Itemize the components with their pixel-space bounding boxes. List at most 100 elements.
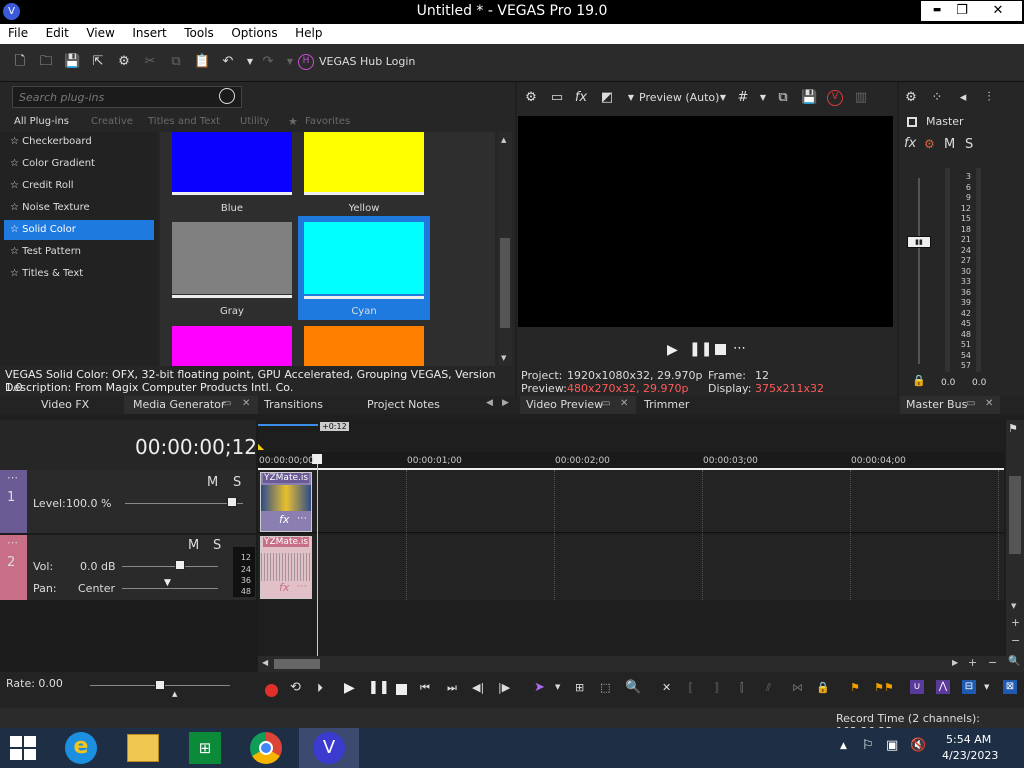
trim-start-icon[interactable]: ⟦: [688, 681, 693, 694]
preview-mode-chevron-icon[interactable]: ▼: [715, 90, 731, 106]
ripple-mode-icon[interactable]: ⊟: [962, 680, 976, 694]
new-file-icon[interactable]: 🗋: [12, 54, 28, 70]
tool-dropdown-icon[interactable]: ▼: [555, 683, 560, 691]
split-icon[interactable]: ⫿: [740, 681, 744, 695]
ripple-mode-dropdown-icon[interactable]: ▼: [984, 683, 989, 691]
go-to-start-icon[interactable]: ⏮: [420, 681, 430, 695]
zoom-in-icon[interactable]: +: [968, 656, 977, 669]
track-2-lane[interactable]: [258, 535, 1004, 600]
rate-thumb[interactable]: [155, 680, 165, 690]
undock-icon[interactable]: ▭: [601, 398, 610, 409]
tab-master-bus-bg[interactable]: Master Bus ▭ ✕: [900, 396, 1000, 414]
master-fx-icon[interactable]: fx: [904, 136, 916, 151]
record-button[interactable]: [265, 684, 278, 697]
track-1-level-slider[interactable]: [125, 503, 243, 504]
playhead-line[interactable]: [317, 460, 318, 656]
network-icon[interactable]: ▣: [886, 738, 898, 753]
preview-settings-icon[interactable]: ⚙: [523, 90, 539, 106]
scroll-thumb[interactable]: [500, 238, 510, 328]
master-power-icon[interactable]: ⚙: [924, 137, 935, 151]
tab-media-generator[interactable]: Media Generator: [133, 398, 225, 411]
lock-envelopes-icon[interactable]: ⊠: [1003, 680, 1017, 694]
track-2-menu-icon[interactable]: ⋯: [7, 536, 18, 549]
search-input[interactable]: Search plug-ins: [19, 91, 104, 104]
tab-master-bus[interactable]: Master Bus: [906, 398, 967, 411]
stop-button[interactable]: [396, 684, 407, 695]
clip-fx-icon[interactable]: fx: [279, 513, 289, 526]
undock-icon[interactable]: ▭: [966, 398, 975, 409]
vegas-taskbar-button[interactable]: V: [299, 728, 359, 768]
gear-icon[interactable]: ⚙: [116, 54, 132, 70]
tab-trimmer[interactable]: Trimmer: [644, 398, 689, 411]
tab-utility[interactable]: Utility: [240, 116, 269, 127]
tab-video-preview-bg[interactable]: Video Preview ▭ ✕: [520, 396, 636, 414]
track-2-mute[interactable]: M: [188, 538, 199, 553]
delete-icon[interactable]: ✕: [662, 681, 671, 694]
tree-item-selected[interactable]: ☆ Solid Color: [4, 220, 154, 240]
windows-start-icon[interactable]: [10, 736, 36, 760]
volume-muted-icon[interactable]: 🔇: [910, 738, 926, 753]
auto-crossfade-icon[interactable]: ⋈: [792, 681, 803, 694]
action-center-flag-icon[interactable]: ⚐: [862, 738, 874, 753]
normal-edit-tool-icon[interactable]: ➤: [534, 680, 545, 695]
go-to-end-icon[interactable]: ⏭: [447, 681, 457, 695]
clip-fx-icon[interactable]: fx: [279, 581, 289, 594]
zoom-in-icon[interactable]: +: [1011, 616, 1020, 629]
downmix-icon[interactable]: ⁘: [929, 90, 945, 106]
prev-frame-icon[interactable]: ◀|: [472, 681, 484, 694]
save-icon[interactable]: 💾: [64, 54, 80, 70]
copy-snapshot-icon[interactable]: ⧉: [775, 90, 791, 106]
loop-region-bar[interactable]: [258, 424, 318, 426]
selection-tool-icon[interactable]: ⬚: [600, 681, 610, 694]
play-from-start-icon[interactable]: ⏵: [317, 681, 323, 696]
tree-item[interactable]: ☆ Color Gradient: [4, 154, 154, 174]
tree-item[interactable]: ☆ Test Pattern: [4, 242, 154, 262]
track-1-mute[interactable]: M: [207, 475, 218, 490]
scroll-left-icon[interactable]: ◀: [262, 658, 268, 667]
master-solo-button[interactable]: S: [965, 137, 973, 152]
preset-magenta[interactable]: [172, 326, 292, 366]
scroll-thumb[interactable]: [274, 659, 320, 669]
clock-time[interactable]: 5:54 AM: [946, 733, 991, 746]
zoom-tool-icon[interactable]: 🔍: [1008, 656, 1020, 667]
cut-icon[interactable]: ✂: [142, 54, 158, 70]
undo-dropdown-icon[interactable]: ▼: [242, 54, 258, 70]
trim-end-icon[interactable]: ⟧: [714, 681, 719, 694]
track-2-vol-thumb[interactable]: [175, 560, 185, 570]
track-2-vol-slider[interactable]: [122, 566, 218, 567]
marker-flag-icon[interactable]: ◣: [258, 442, 264, 451]
grid-icon[interactable]: #: [735, 90, 751, 106]
track-2-pan-thumb[interactable]: ▼: [164, 578, 171, 588]
snapping-icon[interactable]: ∪: [910, 680, 924, 694]
track-1-solo[interactable]: S: [233, 475, 241, 490]
track-2-pan-slider[interactable]: [122, 588, 218, 589]
tab-media-generator-bg[interactable]: Media Generator ▭ ✕: [124, 396, 258, 414]
search-box[interactable]: Search plug-ins: [12, 86, 242, 108]
close-tab-icon[interactable]: ✕: [242, 398, 250, 409]
timecode-display[interactable]: 00:00:00;12: [135, 435, 257, 459]
preset-orange[interactable]: [304, 326, 424, 366]
tab-favorites[interactable]: Favorites: [305, 116, 350, 127]
pause-button[interactable]: ❚❚: [368, 680, 390, 695]
dim-output-icon[interactable]: ◂: [955, 90, 971, 106]
master-fader-track[interactable]: [918, 178, 920, 364]
menu-help[interactable]: Help: [281, 24, 322, 40]
chrome-icon[interactable]: [250, 732, 282, 764]
zoom-out-icon[interactable]: −: [988, 656, 997, 669]
undock-icon[interactable]: ▭: [222, 398, 231, 409]
video-clip[interactable]: YZMate.is fx ⋯: [260, 472, 312, 532]
track-1-lane[interactable]: [258, 470, 1004, 533]
zoom-tool-icon[interactable]: 🔍: [625, 680, 641, 695]
tree-item[interactable]: ☆ Checkerboard: [4, 132, 154, 152]
track-1-level-thumb[interactable]: [227, 497, 237, 507]
split-screen-icon[interactable]: ◩: [599, 90, 615, 106]
quality-dropdown-icon[interactable]: ▼: [623, 90, 639, 106]
lock-icon[interactable]: 🔒: [912, 374, 926, 387]
redo-icon[interactable]: ↷: [260, 54, 276, 70]
pause-button[interactable]: ❚❚: [689, 341, 712, 357]
track-2-header[interactable]: ⋯ 2 M S Vol: 0.0 dB Pan: Center ▼ 12 24 …: [0, 535, 256, 600]
track-1-header[interactable]: ⋯ 1 M S Level: 100.0 %: [0, 470, 256, 533]
grid-dropdown-icon[interactable]: ▼: [755, 90, 771, 106]
paste-icon[interactable]: 📋: [194, 54, 210, 70]
file-explorer-icon[interactable]: [127, 734, 159, 762]
